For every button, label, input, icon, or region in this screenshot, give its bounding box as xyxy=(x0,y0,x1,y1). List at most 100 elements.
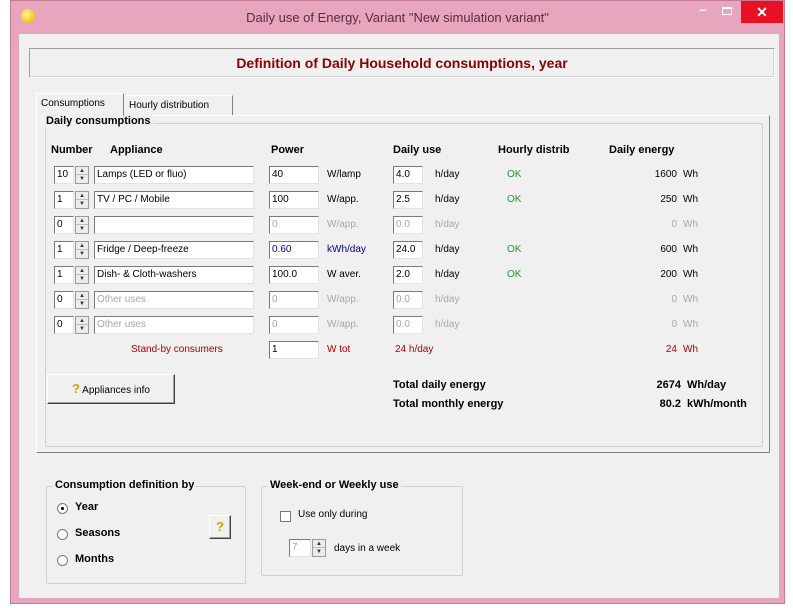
spin-down-icon[interactable]: ▼ xyxy=(76,275,88,283)
number-spinner[interactable]: ▲ ▼ xyxy=(75,266,89,284)
power-unit: W/lamp xyxy=(327,169,361,180)
daily-energy-value: 1600 xyxy=(654,169,677,180)
daily-use-input[interactable]: 4.0 xyxy=(393,166,423,184)
days-input[interactable]: 7 xyxy=(289,539,311,557)
number-spinner[interactable]: ▲ ▼ xyxy=(75,166,89,184)
use-only-during-checkbox[interactable] xyxy=(280,511,291,522)
appliance-input[interactable]: Dish- & Cloth-washers xyxy=(94,266,254,284)
consumption-definition-group: Consumption definition by Year Seasons M… xyxy=(46,479,246,584)
power-input[interactable]: 40 xyxy=(269,166,319,184)
daily-use-input[interactable]: 0.0 xyxy=(393,316,423,334)
daily-use-input[interactable]: 2.0 xyxy=(393,266,423,284)
total-daily-value: 2674 xyxy=(656,379,681,391)
power-input[interactable]: 0.60 xyxy=(269,241,319,259)
question-icon: ? xyxy=(216,519,224,534)
radio-months[interactable] xyxy=(57,555,68,566)
appliance-input[interactable]: TV / PC / Mobile xyxy=(94,191,254,209)
spin-down-icon[interactable]: ▼ xyxy=(76,250,88,258)
number-input[interactable]: 10 xyxy=(54,166,74,184)
daily-energy-unit: Wh xyxy=(683,194,698,205)
tab-consumptions[interactable]: Consumptions xyxy=(36,93,124,116)
standby-use: 24 h/day xyxy=(395,344,434,355)
col-daily-use: Daily use xyxy=(393,144,442,156)
number-input[interactable]: 0 xyxy=(54,291,74,309)
power-input[interactable]: 100.0 xyxy=(269,266,319,284)
power-unit: W/app. xyxy=(327,194,359,205)
daily-use-input[interactable]: 2.5 xyxy=(393,191,423,209)
appliance-input[interactable] xyxy=(94,216,254,234)
consumption-definition-title: Consumption definition by xyxy=(53,479,197,491)
power-input[interactable]: 0 xyxy=(269,291,319,309)
standby-energy-value: 24 xyxy=(665,344,677,355)
use-only-during-label[interactable]: Use only during xyxy=(298,509,367,520)
spin-down-icon[interactable]: ▼ xyxy=(76,225,88,233)
number-input[interactable]: 1 xyxy=(54,241,74,259)
spin-up-icon[interactable]: ▲ xyxy=(76,167,88,175)
spin-up-icon[interactable]: ▲ xyxy=(76,267,88,275)
spin-up-icon[interactable]: ▲ xyxy=(76,242,88,250)
appliance-input[interactable]: Other uses xyxy=(94,316,254,334)
number-input[interactable]: 0 xyxy=(54,216,74,234)
number-spinner[interactable]: ▲ ▼ xyxy=(75,216,89,234)
radio-seasons-label[interactable]: Seasons xyxy=(75,527,120,539)
radio-months-label[interactable]: Months xyxy=(75,553,114,565)
power-unit: W aver. xyxy=(327,269,361,280)
daily-consumptions-title: Daily consumptions xyxy=(44,115,153,127)
col-daily-energy: Daily energy xyxy=(609,144,675,156)
title-bar: Daily use of Energy, Variant "New simula… xyxy=(11,1,784,34)
radio-seasons[interactable] xyxy=(57,529,68,540)
spin-down-icon[interactable]: ▼ xyxy=(76,200,88,208)
window-title: Daily use of Energy, Variant "New simula… xyxy=(246,10,549,25)
hourly-status: OK xyxy=(507,269,522,280)
days-spinner[interactable]: ▲ ▼ xyxy=(312,539,326,557)
appliance-input[interactable]: Lamps (LED or fluo) xyxy=(94,166,254,184)
power-input[interactable]: 0 xyxy=(269,216,319,234)
spin-up-icon[interactable]: ▲ xyxy=(76,292,88,300)
spin-up-icon[interactable]: ▲ xyxy=(76,317,88,325)
number-input[interactable]: 1 xyxy=(54,191,74,209)
spin-up-icon[interactable]: ▲ xyxy=(313,540,325,548)
daily-use-input[interactable]: 24.0 xyxy=(393,241,423,259)
maximize-button[interactable] xyxy=(715,1,739,23)
col-power: Power xyxy=(271,144,305,156)
daily-energy-value: 200 xyxy=(660,269,677,280)
radio-year-label[interactable]: Year xyxy=(75,501,98,513)
spin-up-icon[interactable]: ▲ xyxy=(76,192,88,200)
radio-year[interactable] xyxy=(57,503,68,514)
appliance-input[interactable]: Other uses xyxy=(94,291,254,309)
power-input[interactable]: 0 xyxy=(269,316,319,334)
daily-energy-unit: Wh xyxy=(683,319,698,330)
standby-power-input[interactable]: 1 xyxy=(269,341,319,359)
number-spinner[interactable]: ▲ ▼ xyxy=(75,316,89,334)
spin-down-icon[interactable]: ▼ xyxy=(76,175,88,183)
appliances-info-button[interactable]: ? Appliances info xyxy=(47,374,175,404)
standby-energy-unit: Wh xyxy=(683,344,698,355)
number-spinner[interactable]: ▲ ▼ xyxy=(75,291,89,309)
col-appliance: Appliance xyxy=(110,144,163,156)
spin-down-icon[interactable]: ▼ xyxy=(313,548,325,556)
number-spinner[interactable]: ▲ ▼ xyxy=(75,241,89,259)
daily-use-input[interactable]: 0.0 xyxy=(393,291,423,309)
number-input[interactable]: 0 xyxy=(54,316,74,334)
power-unit: kWh/day xyxy=(327,244,366,255)
appliance-input[interactable]: Fridge / Deep-freeze xyxy=(94,241,254,259)
daily-use-input[interactable]: 0.0 xyxy=(393,216,423,234)
power-input[interactable]: 100 xyxy=(269,191,319,209)
close-button[interactable]: ✕ xyxy=(741,1,783,23)
spin-down-icon[interactable]: ▼ xyxy=(76,300,88,308)
daily-energy-unit: Wh xyxy=(683,244,698,255)
number-spinner[interactable]: ▲ ▼ xyxy=(75,191,89,209)
page-title: Definition of Daily Household consumptio… xyxy=(29,48,775,78)
minimize-button[interactable]: – xyxy=(691,1,715,23)
daily-energy-unit: Wh xyxy=(683,169,698,180)
main-window: Daily use of Energy, Variant "New simula… xyxy=(10,0,785,604)
spin-down-icon[interactable]: ▼ xyxy=(76,325,88,333)
daily-energy-unit: Wh xyxy=(683,294,698,305)
definition-help-button[interactable]: ? xyxy=(209,515,231,539)
tab-hourly-distribution[interactable]: Hourly distribution xyxy=(125,95,233,115)
spin-up-icon[interactable]: ▲ xyxy=(76,217,88,225)
daily-use-unit: h/day xyxy=(435,319,460,330)
power-unit: W/app. xyxy=(327,294,359,305)
total-monthly-label: Total monthly energy xyxy=(393,398,504,410)
number-input[interactable]: 1 xyxy=(54,266,74,284)
